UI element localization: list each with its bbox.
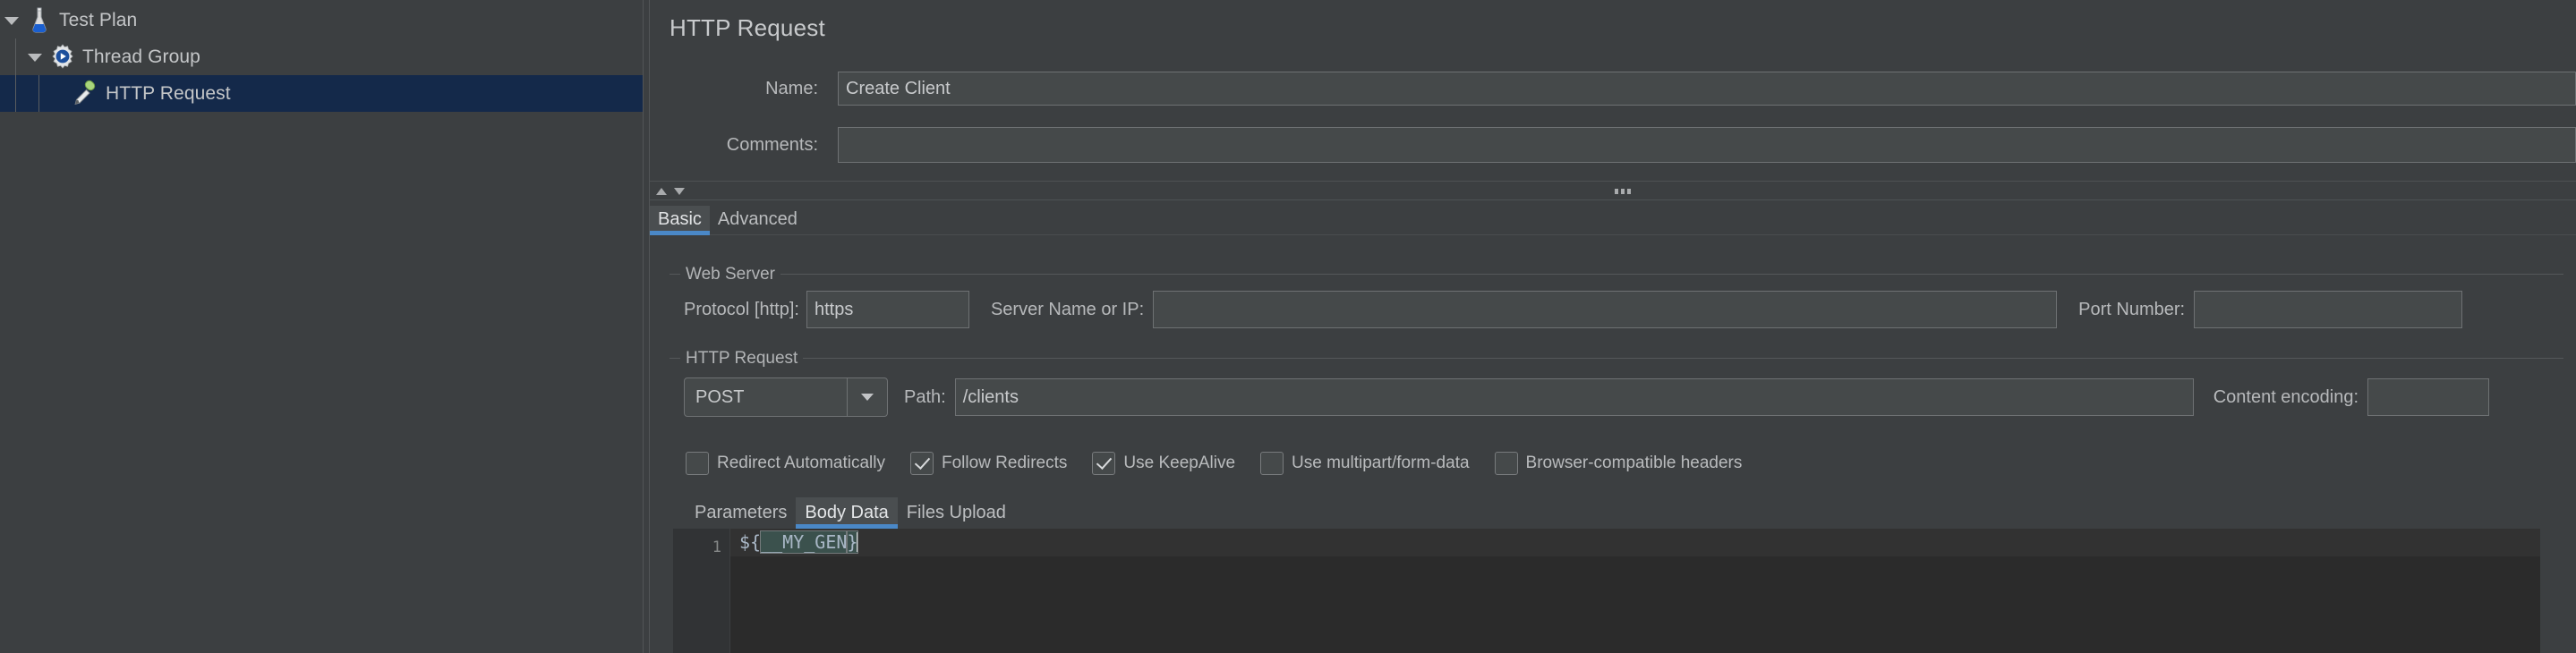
tree-node-label: Thread Group (82, 46, 200, 67)
protocol-label: Protocol [http]: (684, 299, 799, 319)
comments-row: Comments: (650, 127, 2576, 163)
web-server-group-title: Web Server (680, 265, 780, 284)
web-server-row: Protocol [http]: https Server Name or IP… (650, 291, 2576, 328)
editor-line-number-gutter: 1 (673, 529, 730, 653)
content-encoding-label: Content encoding: (2213, 386, 2359, 407)
tab-body-data-label: Body Data (805, 502, 889, 522)
collapse-down-icon[interactable] (674, 188, 685, 195)
tab-parameters[interactable]: Parameters (686, 497, 796, 530)
more-options-icon[interactable] (1615, 189, 1631, 194)
tree-node-label: Test Plan (59, 9, 138, 30)
collapse-up-icon[interactable] (656, 188, 667, 195)
main-tabbar: Basic Advanced (650, 200, 2576, 235)
tab-parameters-label: Parameters (695, 502, 788, 522)
checkbox-box[interactable] (1494, 452, 1518, 475)
server-name-input[interactable] (1153, 291, 2058, 328)
tab-basic[interactable]: Basic (650, 206, 710, 235)
tree-indent (23, 75, 47, 112)
code-line-1[interactable]: ${__MY_GEN} (730, 529, 2540, 556)
expand-twisty-thread-group[interactable] (23, 38, 47, 75)
panel-splitter[interactable] (643, 0, 650, 653)
body-data-editor[interactable]: 1 ${__MY_GEN} (673, 529, 2540, 653)
checkbox-box[interactable] (1260, 452, 1284, 475)
port-number-input[interactable] (2194, 291, 2463, 328)
checkbox-label: Redirect Automatically (717, 454, 885, 472)
path-input[interactable]: /clients (954, 378, 2194, 416)
http-request-row: POST Path: /clients Content encoding: (650, 377, 2576, 417)
tree-indent (0, 38, 23, 75)
method-dropdown[interactable]: POST (684, 377, 888, 417)
gear-icon (47, 38, 77, 75)
pipette-icon (70, 75, 100, 112)
checkbox-redirect-automatically[interactable]: Redirect Automatically (686, 452, 885, 475)
http-request-group-title: HTTP Request (680, 349, 804, 368)
expand-twisty-test-plan[interactable] (0, 2, 23, 38)
line-number: 1 (712, 539, 721, 556)
comments-input[interactable] (838, 127, 2576, 163)
editor-code-area[interactable]: ${__MY_GEN} (730, 529, 2540, 653)
checkbox-use-keepalive[interactable]: Use KeepAlive (1092, 452, 1235, 475)
web-server-group: Web Server (670, 265, 2563, 284)
checkbox-box[interactable] (1092, 452, 1116, 475)
jmeter-window: Test Plan Thread Group HTTP Request HTTP… (0, 0, 2576, 653)
collapse-toolbar[interactable] (650, 181, 2576, 200)
checkbox-label: Use multipart/form-data (1292, 454, 1470, 472)
port-number-label: Port Number: (2078, 299, 2186, 319)
name-row: Name: Create Client (650, 72, 2576, 106)
text-caret (857, 532, 859, 552)
tab-advanced-label: Advanced (717, 208, 798, 229)
expand-twisty-http-request[interactable] (47, 75, 70, 112)
tree-node-test-plan[interactable]: Test Plan (0, 2, 643, 38)
code-token-body: __MY_GEN (760, 530, 849, 554)
body-tabbar: Parameters Body Data Files Upload (686, 494, 2563, 530)
name-label: Name: (765, 78, 818, 98)
server-name-label: Server Name or IP: (990, 299, 1145, 319)
protocol-input[interactable]: https (806, 291, 969, 328)
http-request-group: HTTP Request (670, 349, 2563, 369)
tab-advanced[interactable]: Advanced (710, 206, 806, 234)
checkbox-follow-redirects[interactable]: Follow Redirects (909, 452, 1068, 475)
tab-files-upload-label: Files Upload (906, 502, 1006, 522)
tab-basic-label: Basic (658, 208, 702, 229)
name-input[interactable]: Create Client (838, 72, 2576, 106)
checkbox-box[interactable] (686, 452, 709, 475)
comments-label: Comments: (726, 134, 818, 155)
tree-node-thread-group[interactable]: Thread Group (0, 38, 643, 75)
path-label: Path: (904, 386, 946, 407)
checkbox-use-multipart-form-data[interactable]: Use multipart/form-data (1260, 452, 1470, 475)
tab-files-upload[interactable]: Files Upload (898, 497, 1015, 530)
checkbox-browser-compatible-headers[interactable]: Browser-compatible headers (1494, 452, 1743, 475)
method-value: POST (695, 386, 745, 407)
code-token-prefix: ${ (739, 531, 762, 553)
checkbox-label: Use KeepAlive (1123, 454, 1236, 472)
checkbox-box[interactable] (909, 452, 934, 475)
tree-node-http-request[interactable]: HTTP Request (0, 75, 643, 112)
checkbox-label: Browser-compatible headers (1525, 454, 1743, 472)
test-plan-tree[interactable]: Test Plan Thread Group HTTP Request (0, 0, 643, 653)
tree-indent (0, 75, 23, 112)
tab-body-data[interactable]: Body Data (796, 497, 899, 530)
tree-node-label: HTTP Request (106, 82, 231, 104)
request-options-row: Redirect Automatically Follow Redirects … (650, 445, 2576, 481)
flask-icon (23, 2, 54, 38)
chevron-down-icon[interactable] (847, 378, 887, 416)
page-title: HTTP Request (670, 14, 825, 41)
http-request-editor-panel: HTTP Request Name: Create Client Comment… (650, 0, 2576, 653)
content-encoding-input[interactable] (2367, 378, 2490, 416)
checkbox-label: Follow Redirects (941, 454, 1068, 472)
